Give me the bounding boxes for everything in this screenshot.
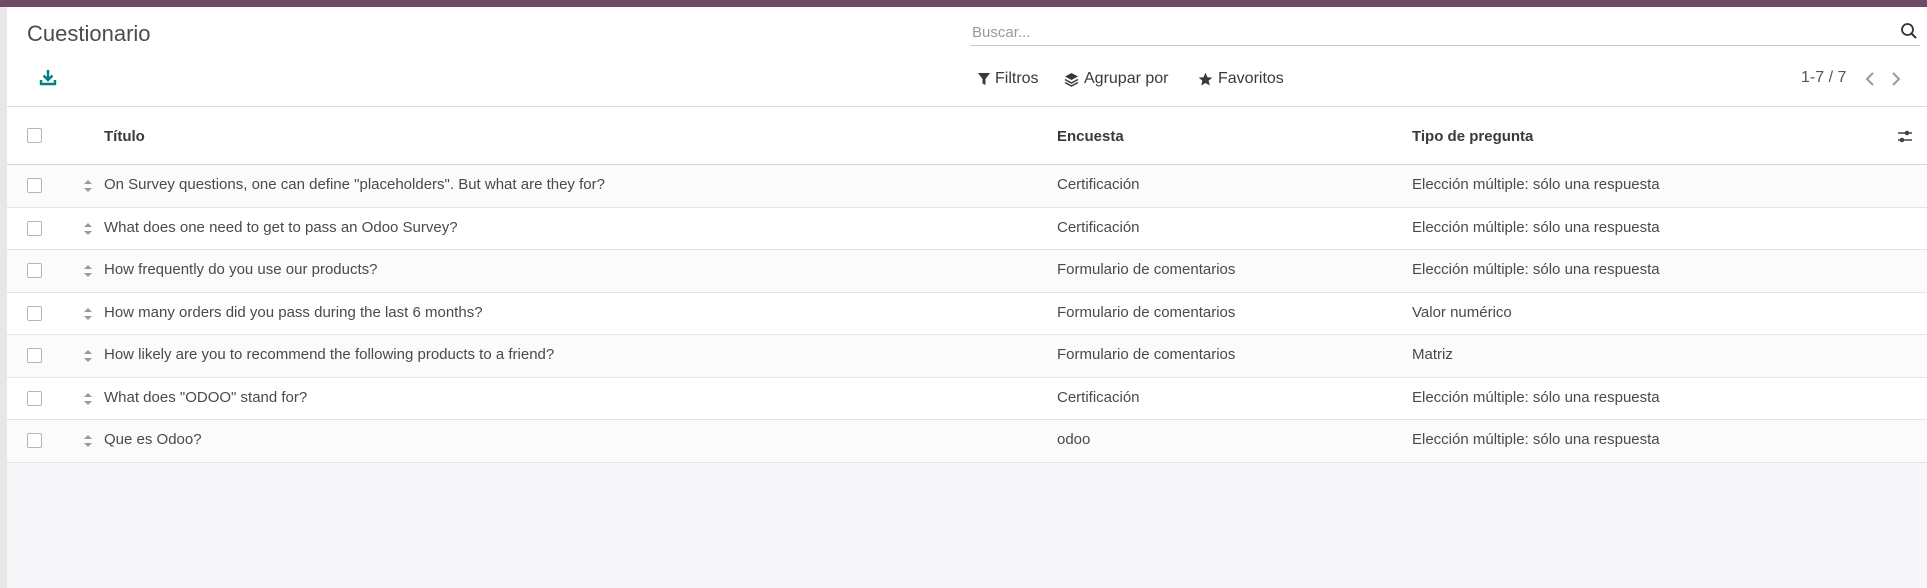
column-header-question-type[interactable]: Tipo de pregunta [1412,128,1533,145]
filters-label: Filtros [995,70,1039,87]
pager-previous-icon[interactable] [1863,71,1877,87]
cell-title: How many orders did you pass during the … [104,303,483,321]
table-row[interactable]: What does "ODOO" stand for? Certificació… [7,377,1927,420]
filters-button[interactable]: Filtros [978,67,1039,91]
cell-question-type: Elección múltiple: sólo una respuesta [1412,261,1660,278]
cell-survey: Formulario de comentarios [1057,261,1236,278]
star-icon [1198,72,1213,85]
drag-handle-icon[interactable] [83,348,93,364]
left-edge [0,7,7,588]
cell-question-type: Elección múltiple: sólo una respuesta [1412,388,1660,406]
search-bar [970,18,1920,46]
row-checkbox[interactable] [27,263,42,278]
row-checkbox[interactable] [27,348,42,363]
row-checkbox[interactable] [27,390,42,406]
table-row[interactable]: What does one need to get to pass an Odo… [7,207,1927,250]
drag-handle-icon[interactable] [83,306,93,322]
row-checkbox[interactable] [27,433,42,448]
cell-question-type: Elección múltiple: sólo una respuesta [1412,431,1660,448]
cell-question-type: Elección múltiple: sólo una respuesta [1412,218,1660,236]
table-row[interactable]: How frequently do you use our products? … [7,250,1927,293]
cell-title: Que es Odoo? [104,431,202,448]
drag-handle-icon[interactable] [83,178,93,194]
table-body: On Survey questions, one can define "pla… [7,165,1927,463]
table-header: Título Encuesta Tipo de pregunta [7,107,1927,165]
column-header-survey[interactable]: Encuesta [1057,128,1124,145]
table-row[interactable]: How likely are you to recommend the foll… [7,335,1927,378]
cell-survey: Certificación [1057,388,1140,406]
download-icon [39,70,57,86]
cell-title: How likely are you to recommend the foll… [104,346,555,363]
column-header-title[interactable]: Título [104,128,145,145]
cell-survey: Formulario de comentarios [1057,346,1236,363]
cell-title: What does one need to get to pass an Odo… [104,218,458,236]
row-checkbox[interactable] [27,305,42,321]
cell-question-type: Elección múltiple: sólo una respuesta [1412,176,1660,193]
cell-survey: Certificación [1057,218,1140,236]
cell-title: What does "ODOO" stand for? [104,388,308,406]
empty-area [7,463,1927,588]
row-checkbox[interactable] [27,178,42,193]
row-checkbox[interactable] [27,220,42,236]
drag-handle-icon[interactable] [83,221,93,237]
table-row[interactable]: How many orders did you pass during the … [7,292,1927,335]
list-table: Título Encuesta Tipo de pregunta On Surv… [7,107,1927,463]
page-title: Cuestionario [27,21,151,46]
search-icon[interactable] [1900,22,1918,40]
drag-handle-icon[interactable] [83,263,93,279]
drag-handle-icon[interactable] [83,391,93,407]
favorites-label: Favoritos [1218,70,1284,87]
table-row[interactable]: Que es Odoo? odoo Elección múltiple: sól… [7,420,1927,463]
pager-value[interactable]: 1-7 / 7 [1801,69,1846,87]
pager-next-icon[interactable] [1889,71,1903,87]
optional-columns-icon[interactable] [1897,129,1913,145]
table-row[interactable]: On Survey questions, one can define "pla… [7,165,1927,208]
group-by-label: Agrupar por [1084,70,1169,87]
cell-survey: Certificación [1057,176,1140,193]
cell-title: How frequently do you use our products? [104,261,378,278]
top-navbar-strip [0,0,1927,7]
favorites-button[interactable]: Favoritos [1198,67,1284,91]
search-input[interactable] [970,22,1870,42]
control-panel: Cuestionario Filtros Agrupar por [7,7,1927,107]
cell-survey: odoo [1057,431,1091,448]
cell-survey: Formulario de comentarios [1057,303,1236,321]
drag-handle-icon[interactable] [83,433,93,449]
cell-question-type: Matriz [1412,346,1453,363]
cell-question-type: Valor numérico [1412,303,1512,321]
filter-icon [978,73,990,85]
download-button[interactable] [37,67,59,89]
cell-title: On Survey questions, one can define "pla… [104,176,605,193]
layers-icon [1064,72,1079,87]
group-by-button[interactable]: Agrupar por [1064,67,1169,91]
select-all-checkbox[interactable] [27,128,42,143]
